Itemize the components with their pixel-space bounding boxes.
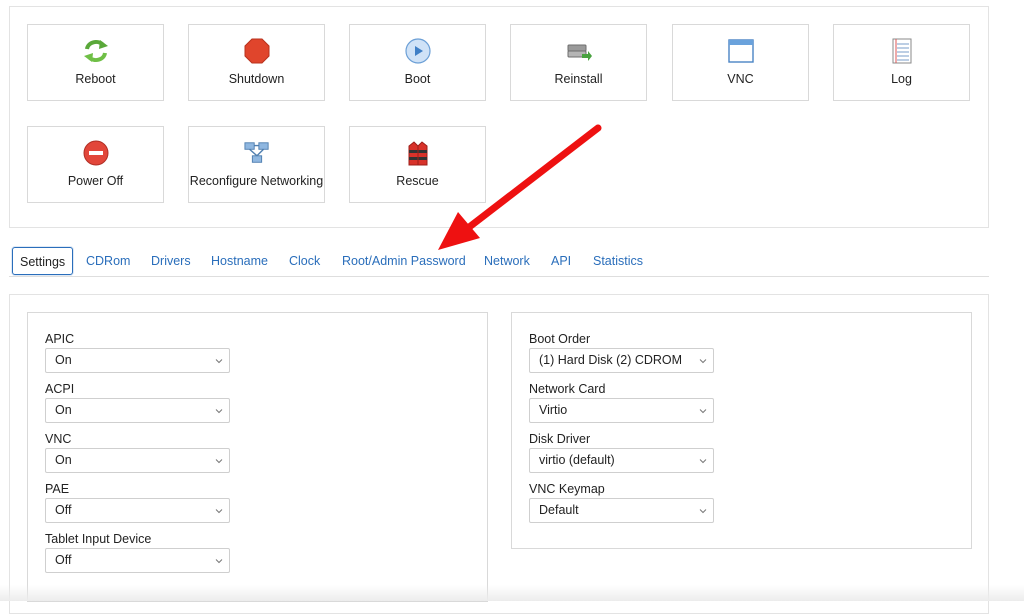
chevron-down-icon [215,559,223,564]
boot-button[interactable]: Boot [349,24,486,101]
network-icon [243,140,270,166]
acpi-label: ACPI [45,382,75,396]
boot-order-select[interactable]: (1) Hard Disk (2) CDROM [529,348,714,373]
vnc-setting-label: VNC [45,432,72,446]
chevron-down-icon [215,459,223,464]
pae-value: Off [55,503,72,517]
tab-clock[interactable]: Clock [289,247,320,275]
boot-order-value: (1) Hard Disk (2) CDROM [539,353,683,367]
chevron-down-icon [699,459,707,464]
rescue-button[interactable]: Rescue [349,126,486,203]
boot-order-label: Boot Order [529,332,591,346]
boot-icon [404,38,431,64]
actions-panel: Reboot Shutdown Boot Reinstall VNC Log P… [9,6,989,228]
vnc-select[interactable]: On [45,448,230,473]
chevron-down-icon [215,409,223,414]
tab-api[interactable]: API [551,247,571,275]
shutdown-label: Shutdown [228,72,285,86]
pae-label: PAE [45,482,70,496]
settings-right-column: Boot Order (1) Hard Disk (2) CDROM Netwo… [511,312,972,549]
settings-tabs: Settings CDRom Drivers Hostname Clock Ro… [9,245,989,277]
reinstall-icon [566,38,592,64]
chevron-down-icon [215,359,223,364]
vnc-keymap-value: Default [539,503,579,517]
reboot-button[interactable]: Reboot [27,24,164,101]
reconfigure-networking-button[interactable]: Reconfigure Networking [188,126,325,203]
shutdown-icon [244,38,270,64]
disk-driver-select[interactable]: virtio (default) [529,448,714,473]
tablet-input-device-select[interactable]: Off [45,548,230,573]
tab-settings[interactable]: Settings [12,247,74,275]
reboot-icon [83,38,109,64]
boot-label: Boot [404,72,431,86]
chevron-down-icon [699,409,707,414]
tablet-input-device-label: Tablet Input Device [45,532,152,546]
reinstall-label: Reinstall [554,72,603,86]
tablet-input-device-value: Off [55,553,72,567]
apic-value: On [55,353,72,367]
network-card-label: Network Card [529,382,606,396]
disk-driver-label: Disk Driver [529,432,591,446]
tab-drivers[interactable]: Drivers [151,247,191,275]
power-off-label: Power Off [67,174,124,188]
vnc-value: On [55,453,72,467]
tab-root-admin-password[interactable]: Root/Admin Password [342,247,466,275]
vnc-window-icon [727,38,754,64]
settings-left-column: APIC On ACPI On VNC On PAE Off Tablet In… [27,312,488,602]
tab-statistics[interactable]: Statistics [593,247,643,275]
network-card-select[interactable]: Virtio [529,398,714,423]
acpi-value: On [55,403,72,417]
power-off-button[interactable]: Power Off [27,126,164,203]
vnc-label: VNC [727,72,754,86]
vnc-keymap-select[interactable]: Default [529,498,714,523]
network-card-value: Virtio [539,403,568,417]
power-off-icon [83,140,109,166]
reconfigure-networking-label: Reconfigure Networking [189,174,324,188]
apic-label: APIC [45,332,75,346]
rescue-label: Rescue [396,174,439,188]
rescue-vest-icon [405,140,431,166]
apic-select[interactable]: On [45,348,230,373]
disk-driver-value: virtio (default) [539,453,615,467]
reboot-label: Reboot [75,72,116,86]
pae-select[interactable]: Off [45,498,230,523]
chevron-down-icon [699,359,707,364]
acpi-select[interactable]: On [45,398,230,423]
log-icon [889,38,915,64]
log-label: Log [891,72,912,86]
settings-panel: APIC On ACPI On VNC On PAE Off Tablet In… [9,294,989,614]
tab-hostname[interactable]: Hostname [211,247,268,275]
shutdown-button[interactable]: Shutdown [188,24,325,101]
bottom-fade [0,585,1024,601]
tab-network[interactable]: Network [484,247,530,275]
vnc-button[interactable]: VNC [672,24,809,101]
tab-cdrom[interactable]: CDRom [86,247,130,275]
reinstall-button[interactable]: Reinstall [510,24,647,101]
vnc-keymap-label: VNC Keymap [529,482,605,496]
chevron-down-icon [215,509,223,514]
chevron-down-icon [699,509,707,514]
log-button[interactable]: Log [833,24,970,101]
